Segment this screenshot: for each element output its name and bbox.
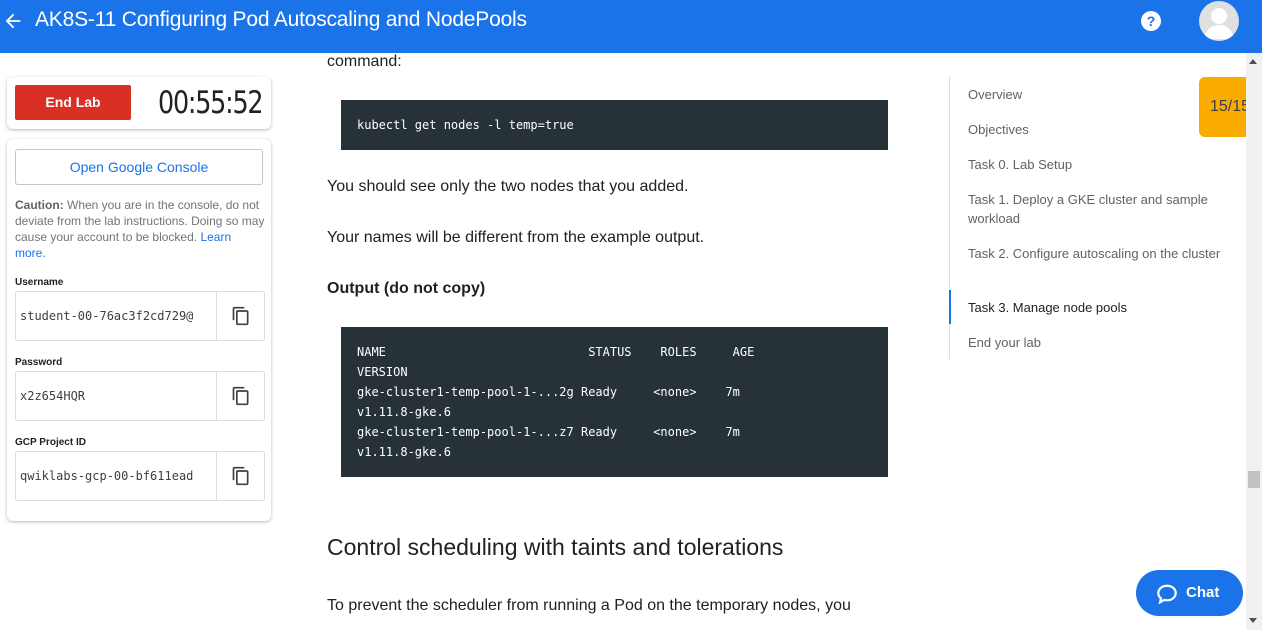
account-avatar-icon[interactable] (1199, 1, 1239, 41)
username-label: Username (15, 277, 64, 288)
app-header: AK8S-11 Configuring Pod Autoscaling and … (0, 0, 1262, 53)
copy-password-button[interactable] (216, 372, 264, 420)
command-code-line: kubectl get nodes -l temp=true (357, 118, 574, 132)
project-id-field: qwiklabs-gcp-00-bf611ead (15, 451, 265, 501)
chat-button[interactable]: Chat (1136, 570, 1243, 616)
output-line: NAME STATUS ROLES AGE (357, 345, 755, 359)
username-value[interactable]: student-00-76ac3f2cd729@ (20, 292, 216, 340)
output-line: gke-cluster1-temp-pool-1-...2g Ready <no… (357, 385, 740, 399)
toc-item-task-2[interactable]: Task 2. Configure autoscaling on the clu… (968, 244, 1228, 263)
copy-username-button[interactable] (216, 292, 264, 340)
section-heading: Control scheduling with taints and toler… (327, 534, 784, 560)
password-field: x2z654HQR (15, 371, 265, 421)
copy-icon (232, 386, 249, 406)
credentials-card: Open Google Console Caution: When you ar… (7, 139, 271, 521)
password-value[interactable]: x2z654HQR (20, 372, 216, 420)
end-lab-button[interactable]: End Lab (15, 85, 131, 120)
toc-item-end-lab[interactable]: End your lab (968, 333, 1228, 352)
help-icon[interactable]: ? (1141, 11, 1161, 31)
project-id-value[interactable]: qwiklabs-gcp-00-bf611ead (20, 452, 216, 500)
output-line: VERSION (357, 365, 408, 379)
caution-text: Caution: When you are in the console, do… (15, 197, 265, 261)
toc-item-task-0[interactable]: Task 0. Lab Setup (968, 155, 1228, 174)
password-label: Password (15, 357, 63, 368)
prevent-scheduling-text: To prevent the scheduler from running a … (327, 597, 851, 614)
toc-item-overview[interactable]: Overview (968, 85, 1228, 104)
names-differ-text: Your names will be different from the ex… (327, 229, 705, 246)
chat-label: Chat (1186, 584, 1220, 601)
command-code-block[interactable]: kubectl get nodes -l temp=true (341, 100, 888, 150)
back-arrow-icon[interactable] (2, 10, 24, 32)
scrollbar-thumb[interactable] (1248, 471, 1260, 488)
toc-active-indicator (949, 290, 951, 324)
output-line: v1.11.8-gke.6 (357, 445, 451, 459)
output-line: v1.11.8-gke.6 (357, 405, 451, 419)
page-scrollbar[interactable] (1246, 53, 1262, 630)
project-id-label: GCP Project ID (15, 437, 86, 448)
copy-project-id-button[interactable] (216, 452, 264, 500)
caution-title: Caution: (15, 198, 64, 212)
output-heading: Output (do not copy) (327, 280, 486, 297)
username-field: student-00-76ac3f2cd729@ (15, 291, 265, 341)
scroll-up-arrow-icon[interactable] (1249, 59, 1257, 64)
output-code-block[interactable]: NAME STATUS ROLES AGE VERSION gke-cluste… (341, 327, 888, 477)
toc-item-objectives[interactable]: Objectives (968, 120, 1228, 139)
toc-item-task-1[interactable]: Task 1. Deploy a GKE cluster and sample … (968, 190, 1228, 228)
scroll-down-arrow-icon[interactable] (1249, 618, 1257, 623)
open-google-console-button[interactable]: Open Google Console (15, 149, 263, 185)
output-line: gke-cluster1-temp-pool-1-...z7 Ready <no… (357, 425, 740, 439)
copy-icon (232, 306, 249, 326)
lab-control-card: End Lab 00:55:52 (7, 77, 271, 129)
copy-icon (232, 466, 249, 486)
toc-item-task-3[interactable]: Task 3. Manage node pools (968, 298, 1228, 317)
see-nodes-text: You should see only the two nodes that y… (327, 178, 689, 195)
lab-title: AK8S-11 Configuring Pod Autoscaling and … (35, 8, 527, 31)
chat-bubble-icon (1157, 584, 1177, 605)
lab-timer: 00:55:52 (158, 85, 264, 121)
command-tail-text: command: (327, 53, 402, 70)
